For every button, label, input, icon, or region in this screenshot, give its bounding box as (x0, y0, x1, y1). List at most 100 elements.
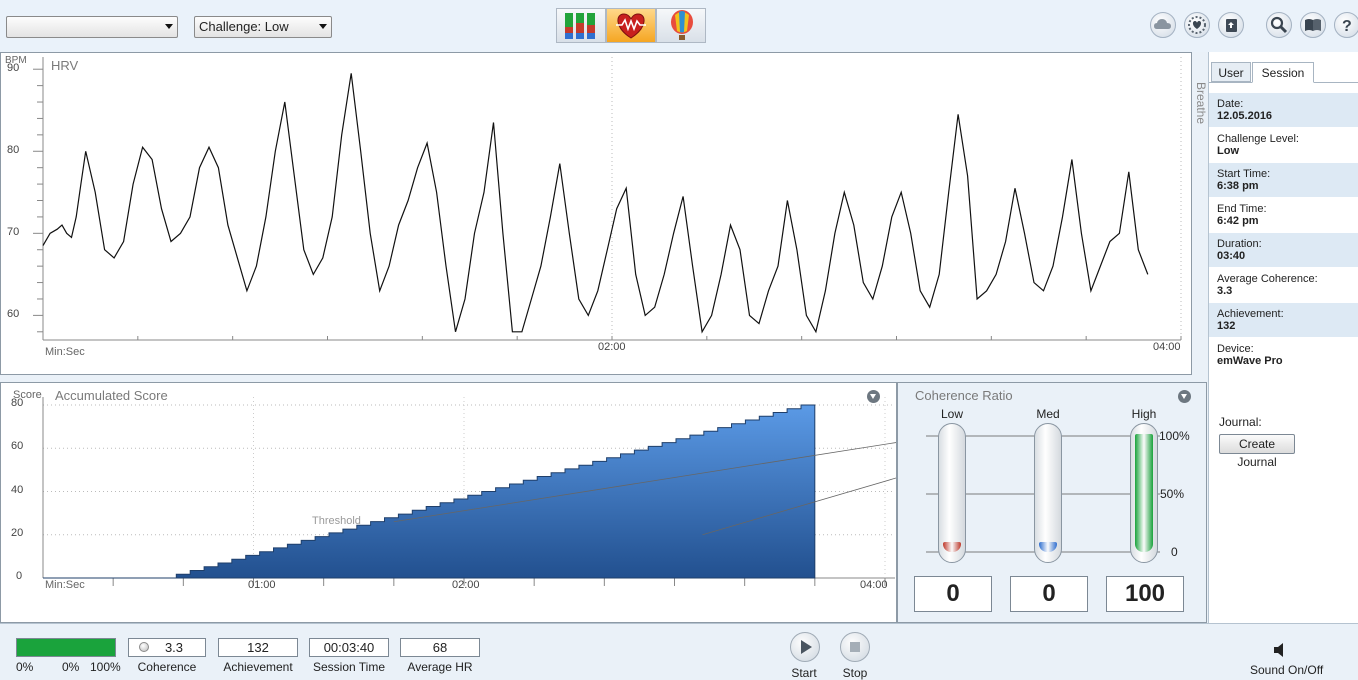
hrv-y-tick: 80 (7, 144, 20, 157)
book-button[interactable] (1300, 12, 1326, 38)
stop-label: Stop (842, 666, 868, 680)
average-hr-label: Average HR (407, 660, 473, 674)
coherence-value-box: 3.3 (128, 638, 206, 657)
scale-label-100: 100% (1159, 429, 1190, 443)
cloud-icon (1154, 19, 1171, 29)
session-info-value: 6:42 pm (1217, 215, 1259, 227)
session-info-label: Device: (1217, 343, 1254, 355)
session-info-label: Challenge Level: (1217, 133, 1299, 145)
session-time-value: 00:03:40 (309, 638, 389, 657)
upload-button[interactable] (1218, 12, 1244, 38)
score-y-tick: 20 (11, 526, 24, 539)
score-y-tick: 80 (11, 397, 24, 409)
bars-icon (565, 13, 595, 39)
journal-label: Journal: (1219, 415, 1262, 429)
session-info-label: Average Coherence: (1217, 273, 1318, 285)
coherence-tube-fill (943, 542, 961, 552)
bars-view-button[interactable] (556, 8, 606, 43)
stop-button[interactable] (840, 632, 870, 662)
coherence-label: Coherence (137, 660, 197, 674)
score-x-tick: 04:00 (860, 579, 888, 591)
score-chart (42, 397, 896, 586)
hrv-y-tick: 90 (7, 62, 20, 75)
session-info-panel: User Session Date: 12.05.2016 Challenge Le… (1208, 52, 1358, 623)
hrv-title: HRV (51, 58, 79, 73)
balloon-view-button[interactable] (656, 8, 706, 43)
search-icon (1270, 16, 1288, 34)
session-info-value: 6:38 pm (1217, 180, 1259, 192)
book-icon (1305, 19, 1321, 31)
upload-icon (1226, 19, 1237, 32)
play-icon (801, 640, 812, 654)
coherence-column-label: High (1131, 407, 1157, 421)
coherence-tube-fill (1135, 434, 1153, 552)
svg-text:?: ? (1342, 18, 1352, 35)
threshold-label: Threshold (312, 515, 361, 527)
toolbar: Challenge: Low ? (0, 0, 1358, 53)
score-y-tick: 60 (11, 440, 24, 453)
chevron-down-icon (319, 24, 327, 29)
session-info-row: Device: emWave Pro (1209, 338, 1358, 372)
session-info-value: Low (1217, 145, 1239, 157)
session-info-label: Duration: (1217, 238, 1262, 250)
sound-toggle-button[interactable] (1272, 642, 1288, 658)
chevron-down-icon (165, 24, 173, 29)
hrv-chart (33, 57, 1182, 341)
coherence-low-value: 0 (914, 576, 992, 612)
session-info-row: Average Coherence: 3.3 (1209, 268, 1358, 302)
hrv-line (42, 73, 1149, 334)
score-y-tick: 0 (16, 570, 23, 582)
average-hr-value: 68 (400, 638, 480, 657)
start-label: Start (791, 666, 817, 680)
scale-label-0: 0 (1171, 545, 1178, 559)
progress-max-label: 100% (90, 660, 121, 674)
achievement-value: 132 (218, 638, 298, 657)
hrv-panel: HRV BPM Min:Sec 60 70 80 90 02:00 04:00 (0, 52, 1192, 375)
achievement-label: Achievement (223, 660, 293, 674)
sound-label: Sound On/Off (1250, 663, 1324, 677)
coherence-high-value: 100 (1106, 576, 1184, 612)
session-info-row: Date: 12.05.2016 (1209, 93, 1358, 127)
progress-min-label: 0% (16, 660, 34, 674)
progress-bar (16, 638, 116, 657)
score-x-unit: Min:Sec (45, 579, 85, 591)
search-button[interactable] (1266, 12, 1292, 38)
coherence-tube (938, 423, 966, 563)
coherence-tube (1034, 423, 1062, 563)
session-info-label: Date: (1217, 98, 1244, 110)
status-bar: 0% 0% 100% 3.3 Coherence 132 Achievement… (0, 623, 1358, 680)
heart-settings-button[interactable] (1184, 12, 1210, 38)
score-title: Accumulated Score (55, 388, 168, 403)
create-journal-button[interactable]: Create Journal (1219, 434, 1295, 469)
progress-mid-label: 0% (62, 660, 80, 674)
tab-session[interactable]: Session (1252, 62, 1314, 83)
score-area (43, 404, 816, 579)
coherence-tube (1130, 423, 1158, 563)
heart-view-button[interactable] (606, 8, 656, 43)
balloon-icon (671, 10, 693, 40)
start-button[interactable] (790, 632, 820, 662)
tab-user[interactable]: User (1211, 62, 1251, 82)
session-info-value: emWave Pro (1217, 355, 1283, 367)
help-icon: ? (1342, 18, 1352, 35)
session-info-row: Challenge Level: Low (1209, 128, 1358, 162)
session-time-label: Session Time (312, 660, 386, 674)
scale-label-50: 50% (1160, 487, 1185, 501)
breathe-panel-toggle[interactable]: Breathe (1192, 52, 1208, 375)
help-button[interactable]: ? (1334, 12, 1358, 38)
speaker-icon (1274, 643, 1283, 657)
coherence-ratio-panel: Coherence Ratio Low 0 Med 0 High 100 100% 50%… (897, 382, 1207, 623)
breathe-label: Breathe (1194, 82, 1208, 125)
session-info-label: End Time: (1217, 203, 1267, 215)
coherence-tube-fill (1039, 542, 1057, 552)
session-info-row: Start Time: 6:38 pm (1209, 163, 1358, 197)
user-select[interactable] (6, 16, 178, 38)
session-info-label: Achievement: (1217, 308, 1284, 320)
challenge-select[interactable]: Challenge: Low (194, 16, 332, 38)
session-info-label: Start Time: (1217, 168, 1271, 180)
cloud-button[interactable] (1150, 12, 1176, 38)
score-y-tick: 40 (11, 483, 24, 496)
collapse-score-button[interactable] (867, 390, 880, 403)
session-info-value: 03:40 (1217, 250, 1246, 262)
heart-gear-icon (1188, 16, 1206, 34)
